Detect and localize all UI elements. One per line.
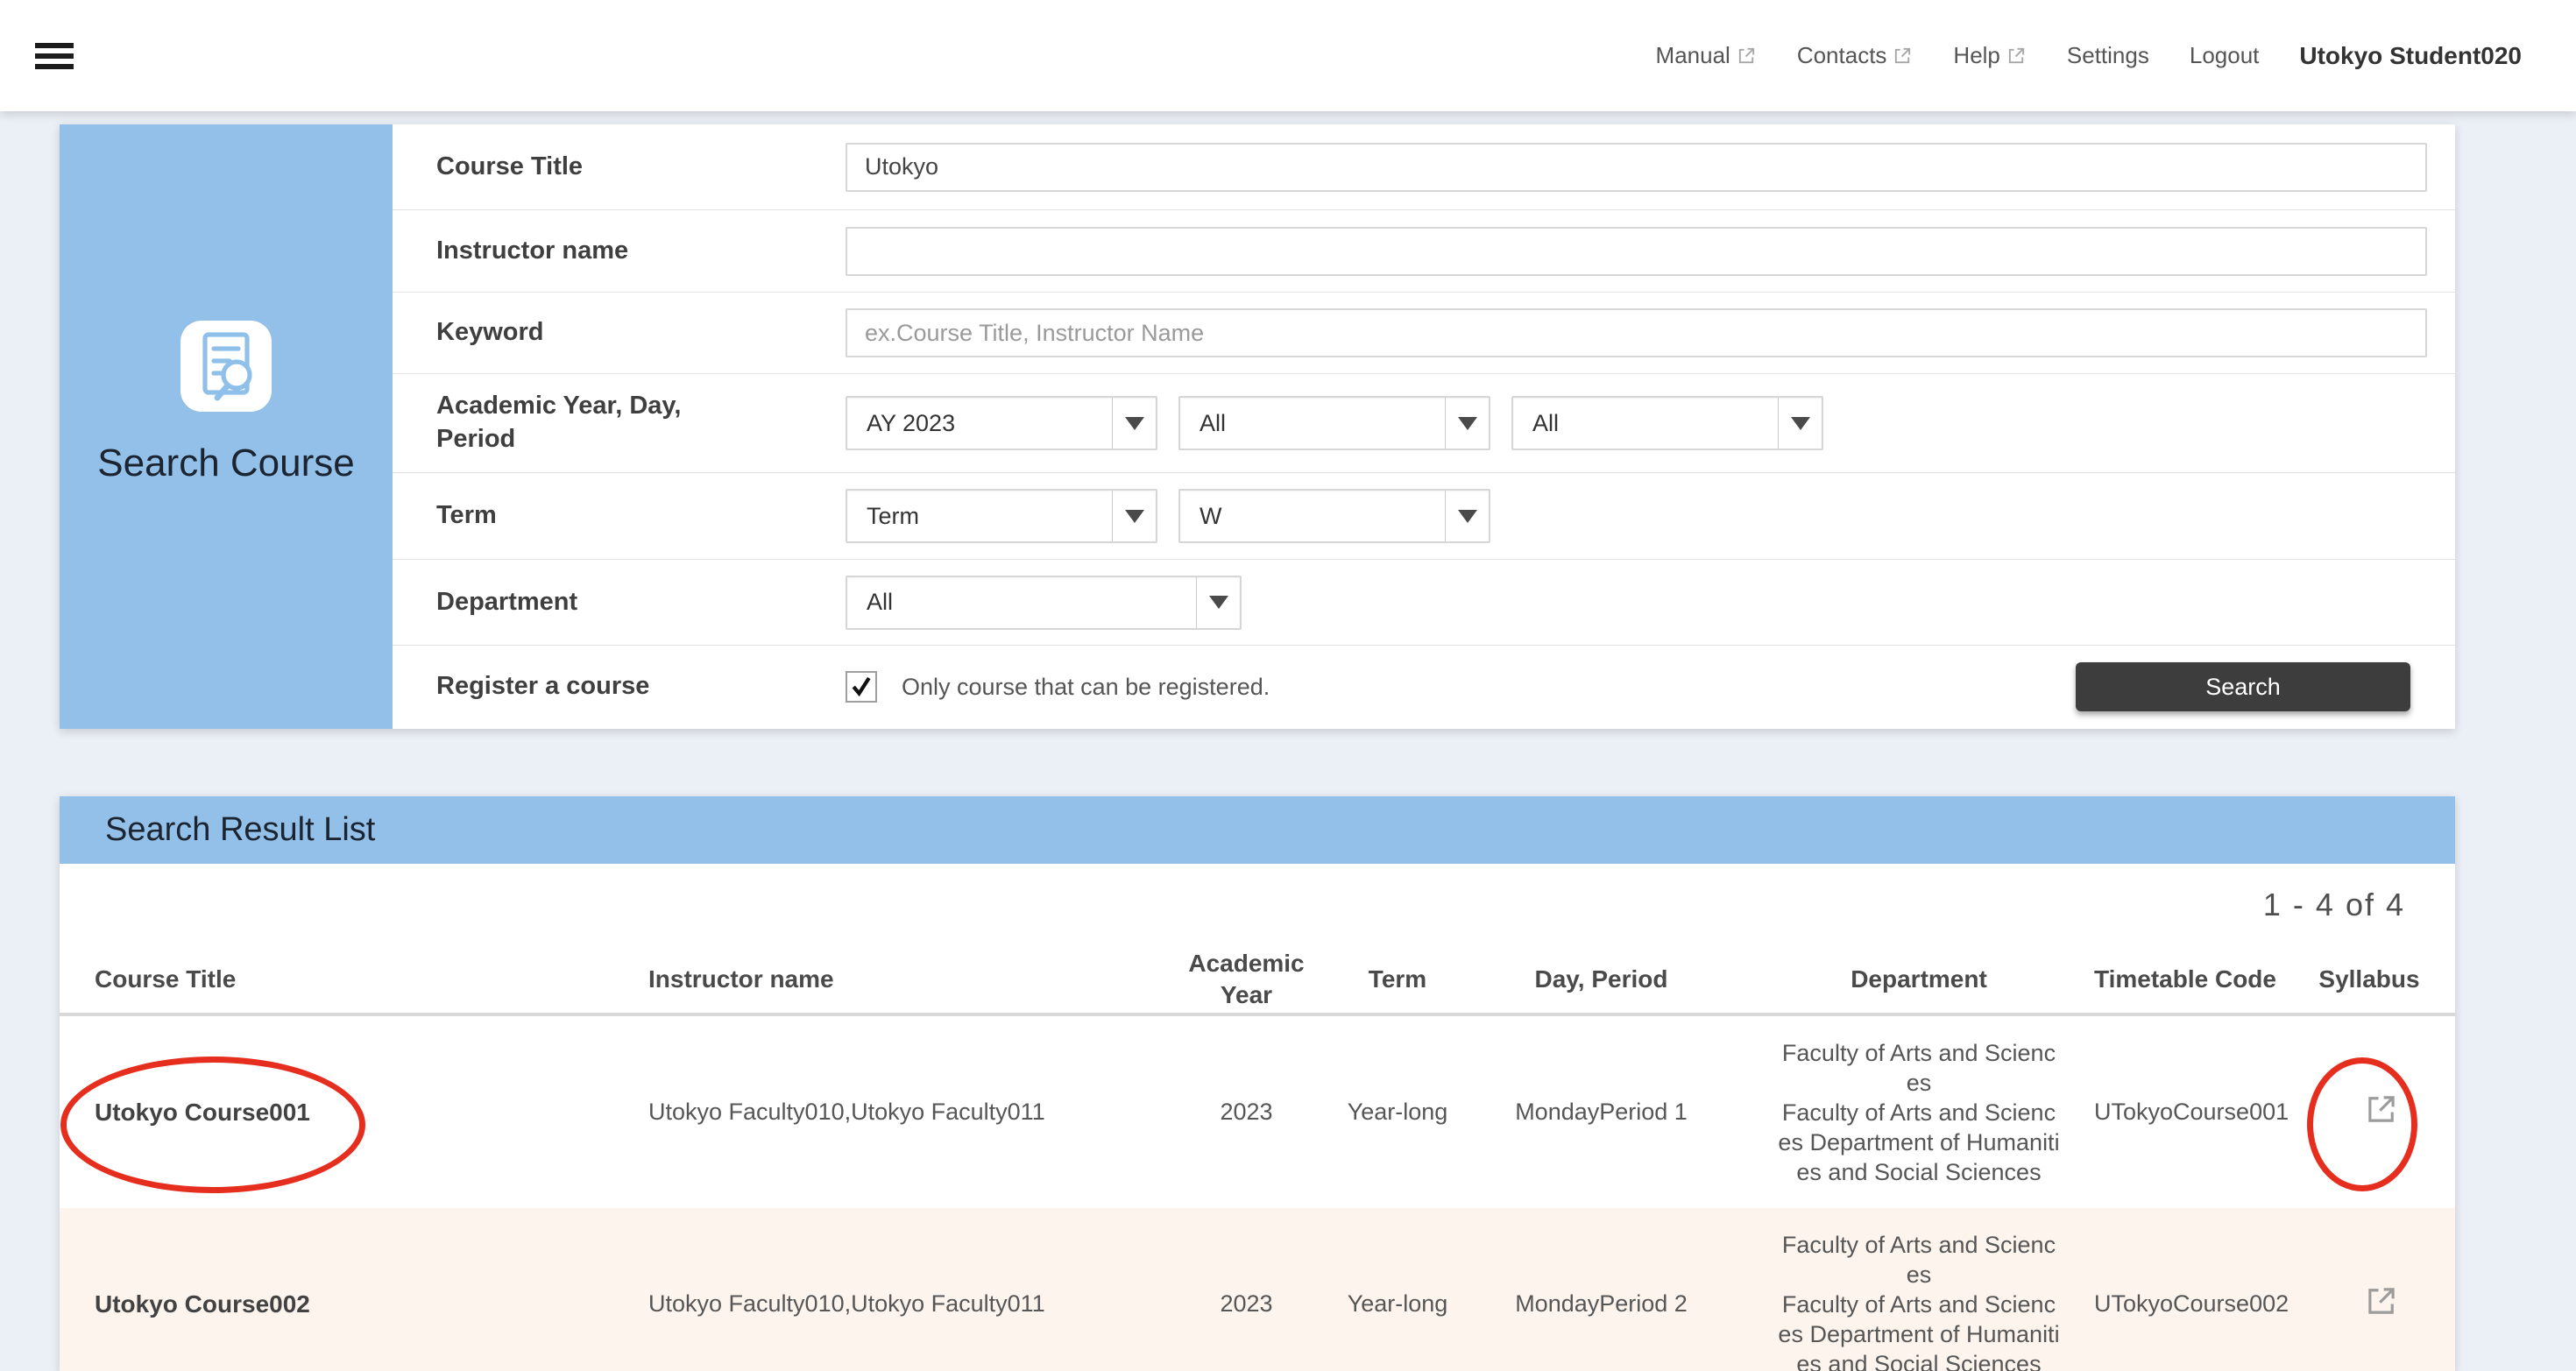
register-a-course-label: Register a course	[393, 670, 846, 703]
hamburger-menu-icon[interactable]	[35, 38, 74, 74]
external-link-icon	[2006, 46, 2027, 66]
instructor-cell: Utokyo Faculty010,Utokyo Faculty011	[613, 1099, 1157, 1126]
nav-settings[interactable]: Settings	[2067, 42, 2149, 69]
syllabus-cell	[2289, 1283, 2455, 1325]
chevron-down-icon	[1445, 398, 1489, 449]
chevron-down-icon	[1196, 577, 1240, 628]
syllabus-open-icon[interactable]	[2363, 1091, 2400, 1127]
check-icon	[848, 674, 874, 700]
department-label: Department	[393, 586, 846, 619]
course-title-link[interactable]: Utokyo Course002	[60, 1290, 613, 1318]
nav-manual-label: Manual	[1656, 42, 1730, 69]
nav-contacts[interactable]: Contacts	[1797, 42, 1914, 69]
search-course-side-panel: Search Course	[60, 124, 393, 729]
top-bar: Manual Contacts Help Settings Logout Uto…	[0, 0, 2576, 111]
timetable-code-cell: UTokyoCourse002	[2094, 1290, 2289, 1318]
term-sub-select[interactable]: W	[1178, 489, 1490, 543]
col-header-department: Department	[1744, 965, 2094, 993]
register-checkbox[interactable]	[846, 671, 877, 703]
academic-year-select[interactable]: AY 2023	[846, 396, 1157, 450]
department-select[interactable]: All	[846, 576, 1242, 630]
form-row-term: Term Term W	[393, 473, 2455, 560]
nav-contacts-label: Contacts	[1797, 42, 1887, 69]
col-header-academic-year: Academic Year	[1157, 948, 1336, 1012]
col-header-instructor-name: Instructor name	[613, 965, 1157, 993]
form-row-academic-year-day-period: Academic Year, Day, Period AY 2023 All A…	[393, 374, 2455, 473]
nav-manual[interactable]: Manual	[1656, 42, 1757, 69]
top-nav: Manual Contacts Help Settings Logout Uto…	[1656, 42, 2522, 70]
course-title-label: Course Title	[393, 151, 846, 184]
form-row-instructor-name: Instructor name	[393, 210, 2455, 293]
nav-settings-label: Settings	[2067, 42, 2149, 69]
keyword-label: Keyword	[393, 316, 846, 350]
register-checkbox-text: Only course that can be registered.	[902, 674, 1270, 701]
academic-year-cell: 2023	[1157, 1290, 1336, 1318]
col-header-syllabus: Syllabus	[2276, 965, 2455, 993]
col-header-timetable-code: Timetable Code	[2094, 965, 2276, 993]
day-period-cell: MondayPeriod 2	[1459, 1290, 1744, 1318]
chevron-down-icon	[1445, 491, 1489, 541]
day-period-cell: MondayPeriod 1	[1459, 1099, 1744, 1126]
search-result-title: Search Result List	[105, 811, 375, 849]
timetable-code-cell: UTokyoCourse001	[2094, 1099, 2289, 1126]
nav-logout-label: Logout	[2190, 42, 2260, 69]
search-result-header: Search Result List	[60, 796, 2455, 864]
period-select[interactable]: All	[1511, 396, 1823, 450]
instructor-name-input[interactable]	[846, 227, 2427, 276]
form-row-course-title: Course Title	[393, 124, 2455, 210]
col-header-term: Term	[1336, 965, 1459, 993]
department-cell: Faculty of Arts and Scienc es Faculty of…	[1744, 1230, 2094, 1371]
external-link-icon	[1893, 46, 1913, 66]
search-course-title: Search Course	[97, 442, 354, 485]
form-row-register: Register a course Only course that can b…	[393, 646, 2455, 728]
course-title-link[interactable]: Utokyo Course001	[60, 1099, 613, 1127]
syllabus-open-icon[interactable]	[2363, 1283, 2400, 1319]
search-course-icon	[180, 321, 272, 412]
course-title-input[interactable]	[846, 143, 2427, 192]
nav-help[interactable]: Help	[1953, 42, 2026, 69]
academic-year-day-period-label: Academic Year, Day, Period	[393, 390, 846, 456]
term-cell: Year-long	[1336, 1290, 1459, 1318]
nav-logout[interactable]: Logout	[2190, 42, 2260, 69]
table-row: Utokyo Course001 Utokyo Faculty010,Utoky…	[60, 1016, 2455, 1208]
day-select[interactable]: All	[1178, 396, 1490, 450]
search-course-panel: Search Course Course Title Instructor na…	[60, 124, 2455, 729]
external-link-icon	[1737, 46, 1757, 66]
instructor-cell: Utokyo Faculty010,Utokyo Faculty011	[613, 1290, 1157, 1318]
pagination-row: 1 - 4 of 4	[60, 864, 2455, 946]
department-cell: Faculty of Arts and Scienc es Faculty of…	[1744, 1038, 2094, 1187]
chevron-down-icon	[1112, 398, 1156, 449]
col-header-day-period: Day, Period	[1459, 965, 1744, 993]
col-header-course-title: Course Title	[60, 965, 613, 993]
chevron-down-icon	[1112, 491, 1156, 541]
pagination-count: 1 - 4 of 4	[2263, 887, 2405, 923]
syllabus-cell	[2289, 1091, 2455, 1134]
search-result-panel: Search Result List 1 - 4 of 4 Course Tit…	[60, 796, 2455, 1371]
term-cell: Year-long	[1336, 1099, 1459, 1126]
term-select[interactable]: Term	[846, 489, 1157, 543]
instructor-name-label: Instructor name	[393, 235, 846, 268]
result-table-header: Course Title Instructor name Academic Ye…	[60, 946, 2455, 1016]
form-row-department: Department All	[393, 560, 2455, 646]
search-form: Course Title Instructor name Keyword Aca…	[393, 124, 2455, 729]
academic-year-cell: 2023	[1157, 1099, 1336, 1126]
term-label: Term	[393, 499, 846, 533]
nav-help-label: Help	[1953, 42, 1999, 69]
chevron-down-icon	[1778, 398, 1822, 449]
table-row: Utokyo Course002 Utokyo Faculty010,Utoky…	[60, 1208, 2455, 1371]
form-row-keyword: Keyword	[393, 293, 2455, 374]
user-name: Utokyo Student020	[2299, 42, 2522, 70]
keyword-input[interactable]	[846, 308, 2427, 357]
search-button[interactable]: Search	[2076, 662, 2410, 711]
